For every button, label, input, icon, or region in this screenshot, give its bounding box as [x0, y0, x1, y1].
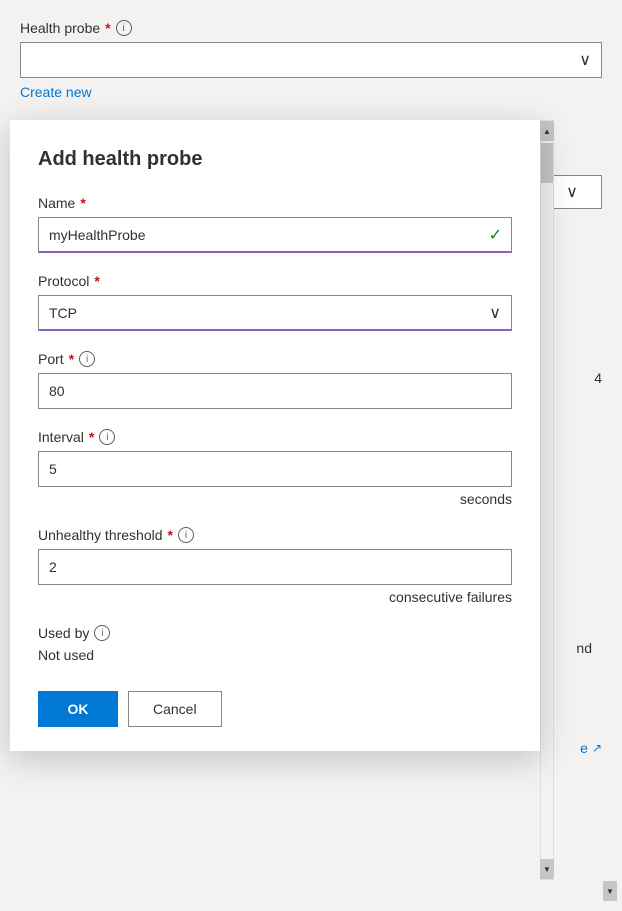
interval-label-text: Interval — [38, 429, 84, 445]
interval-field: Interval * i seconds — [38, 429, 512, 507]
cancel-button[interactable]: Cancel — [128, 691, 222, 727]
modal-title: Add health probe — [38, 148, 512, 171]
bg-link-text: e — [580, 740, 588, 756]
used-by-field: Used by i Not used — [38, 625, 512, 663]
used-by-value: Not used — [38, 647, 512, 663]
port-required-star: * — [69, 351, 74, 367]
health-probe-dropdown[interactable]: ∨ — [20, 42, 602, 78]
protocol-label-text: Protocol — [38, 273, 89, 289]
interval-required-star: * — [89, 429, 94, 445]
modal-dialog: Add health probe Name * ✓ Protocol * TCP… — [10, 120, 540, 751]
protocol-field: Protocol * TCP ∨ — [38, 273, 512, 331]
name-input[interactable] — [38, 217, 512, 253]
used-by-label-text: Used by — [38, 625, 89, 641]
unhealthy-threshold-input[interactable] — [38, 549, 512, 585]
health-probe-label: Health probe * i — [20, 20, 602, 36]
ok-button[interactable]: OK — [38, 691, 118, 727]
port-label: Port * i — [38, 351, 512, 367]
external-link-icon: ↗ — [592, 741, 602, 755]
port-field: Port * i — [38, 351, 512, 409]
name-required-star: * — [80, 195, 85, 211]
scrollbar-thumb[interactable] — [541, 143, 553, 183]
health-probe-dropdown-arrow: ∨ — [579, 50, 591, 70]
bg-scrollbar-bottom[interactable]: ▼ — [603, 881, 617, 901]
protocol-required-star: * — [94, 273, 99, 289]
bg-dropdown-arrow: ∨ — [566, 182, 578, 202]
used-by-info-icon[interactable]: i — [94, 625, 110, 641]
modal-scrollbar[interactable]: ▲ ▼ — [540, 120, 554, 880]
used-by-label: Used by i — [38, 625, 512, 641]
unhealthy-threshold-label-text: Unhealthy threshold — [38, 527, 163, 543]
port-label-text: Port — [38, 351, 64, 367]
protocol-value: TCP — [49, 305, 77, 321]
unhealthy-required-star: * — [168, 527, 173, 543]
background-panel: Health probe * i ∨ Create new ∨ 4 nd e ↗… — [0, 0, 622, 911]
unhealthy-info-icon[interactable]: i — [178, 527, 194, 543]
unhealthy-suffix: consecutive failures — [38, 589, 512, 605]
create-new-link[interactable]: Create new — [20, 84, 92, 100]
health-probe-section: Health probe * i ∨ Create new — [20, 20, 602, 100]
health-probe-required: * — [105, 20, 110, 36]
name-label: Name * — [38, 195, 512, 211]
scrollbar-down-button[interactable]: ▼ — [540, 859, 554, 879]
unhealthy-threshold-field: Unhealthy threshold * i consecutive fail… — [38, 527, 512, 605]
health-probe-info-icon[interactable]: i — [116, 20, 132, 36]
scrollbar-up-button[interactable]: ▲ — [540, 121, 554, 141]
name-field: Name * ✓ — [38, 195, 512, 253]
protocol-dropdown[interactable]: TCP ∨ — [38, 295, 512, 331]
interval-info-icon[interactable]: i — [99, 429, 115, 445]
port-info-icon[interactable]: i — [79, 351, 95, 367]
unhealthy-threshold-label: Unhealthy threshold * i — [38, 527, 512, 543]
name-label-text: Name — [38, 195, 75, 211]
interval-input[interactable] — [38, 451, 512, 487]
interval-label: Interval * i — [38, 429, 512, 445]
port-input[interactable] — [38, 373, 512, 409]
name-check-icon: ✓ — [489, 225, 502, 245]
bg-text-nd: nd — [576, 640, 592, 656]
modal-buttons: OK Cancel — [38, 691, 512, 727]
name-input-wrapper: ✓ — [38, 217, 512, 253]
bg-link[interactable]: e ↗ — [580, 740, 602, 756]
health-probe-label-text: Health probe — [20, 20, 100, 36]
protocol-dropdown-arrow: ∨ — [489, 303, 501, 323]
interval-suffix: seconds — [38, 491, 512, 507]
bg-number: 4 — [594, 370, 602, 386]
protocol-label: Protocol * — [38, 273, 512, 289]
bg-scrollbar-down-icon: ▼ — [606, 887, 614, 896]
